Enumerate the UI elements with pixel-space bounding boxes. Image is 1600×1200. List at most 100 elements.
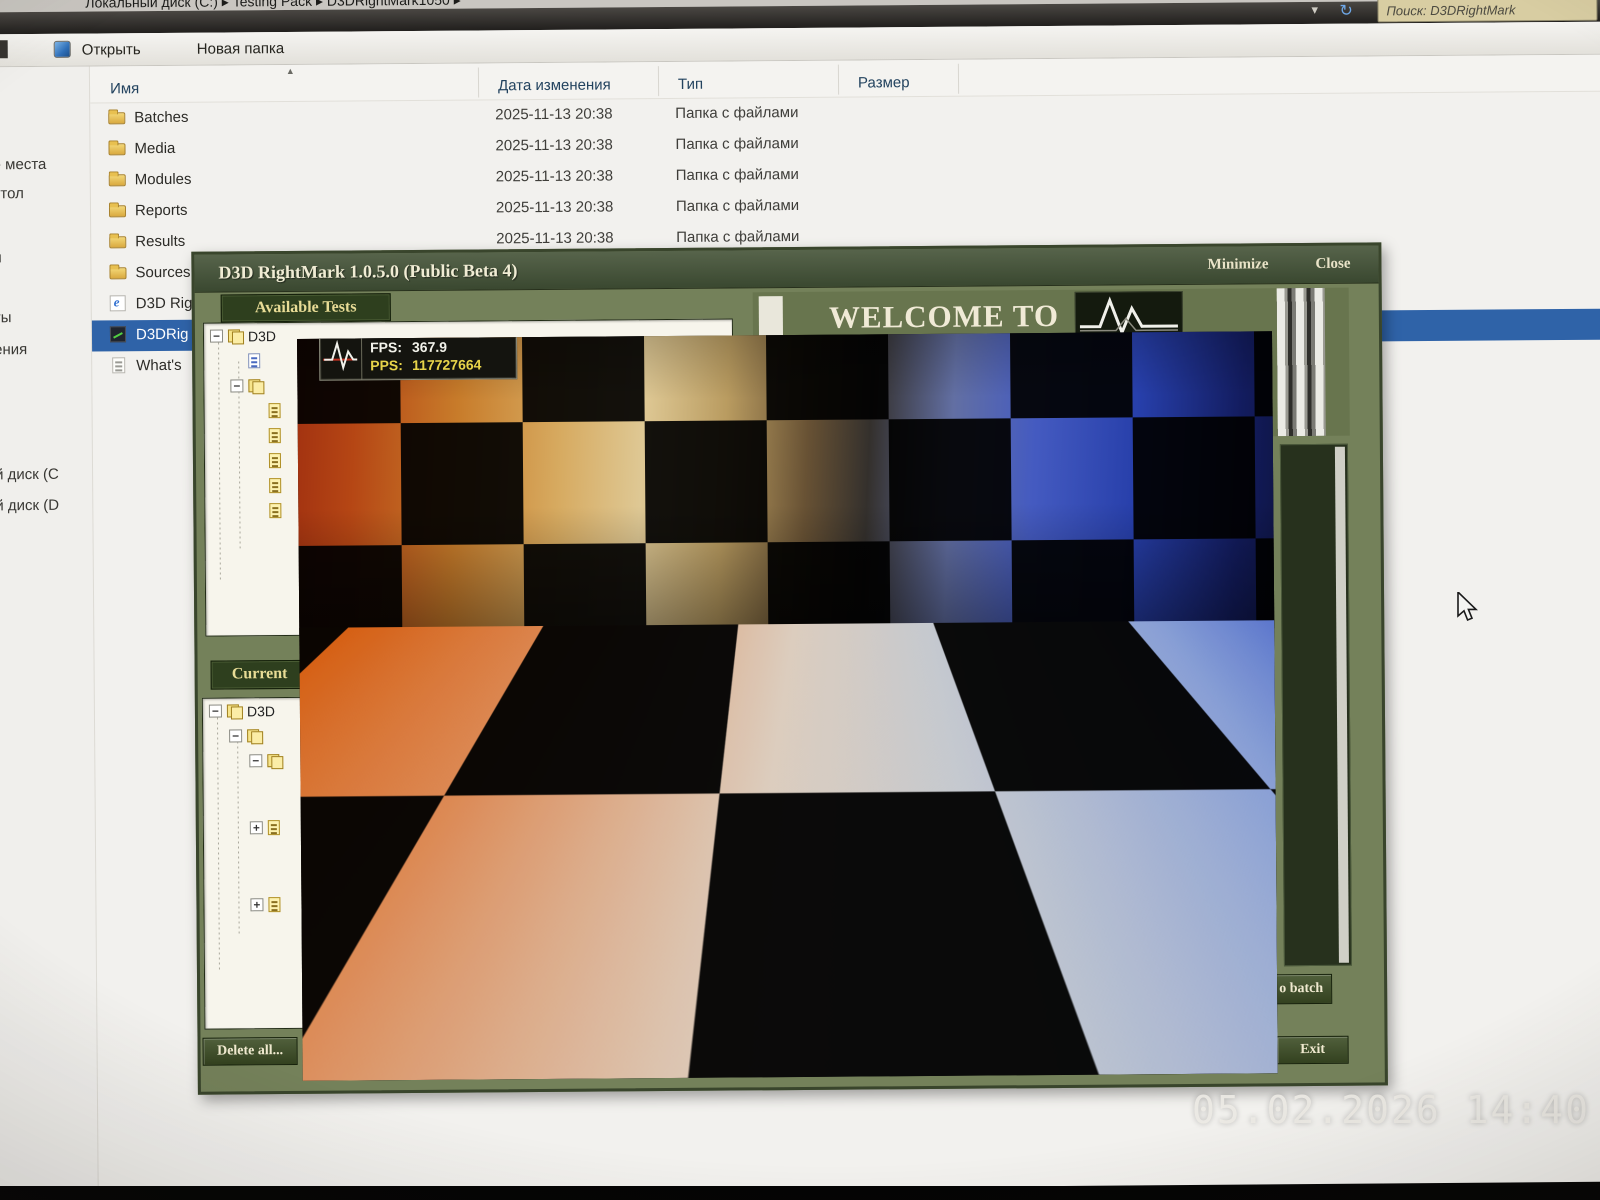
tree-node-icon <box>268 403 281 419</box>
tree-node-icon <box>269 478 282 494</box>
benchmark-render-view: FPS: 367.9 PPS: 117727664 <box>297 331 1278 1081</box>
file-date: 2025-11-13 20:38 <box>496 229 614 248</box>
photo-edge <box>0 1186 1600 1200</box>
sidebar-item[interactable]: й диск (D <box>0 497 59 515</box>
open-button[interactable]: Открыть <box>76 37 147 62</box>
tree-node-icon <box>268 897 281 913</box>
address-dropdown-icon[interactable]: ▾ <box>1311 2 1318 18</box>
column-name[interactable]: Имя <box>110 80 139 97</box>
refresh-icon[interactable]: ↻ <box>1339 1 1353 21</box>
add-to-batch-button[interactable]: o batch <box>1270 973 1333 1005</box>
tree-expander-icon[interactable] <box>208 704 222 718</box>
file-name: What's <box>136 356 182 375</box>
sidebar-item[interactable]: е места <box>0 156 46 173</box>
sort-ascending-icon[interactable]: ▲ <box>286 66 295 76</box>
file-icon <box>109 267 127 280</box>
file-name: Sources <box>135 263 191 282</box>
column-divider[interactable] <box>657 66 660 97</box>
close-button[interactable]: Close <box>1315 256 1350 273</box>
tree-node-icon <box>248 353 261 369</box>
file-icon <box>108 205 127 218</box>
sidebar-item[interactable]: и <box>0 249 2 266</box>
file-name: Batches <box>134 108 189 127</box>
render-floor-area <box>299 620 1278 1081</box>
fps-readout: FPS: 367.9 PPS: 117727664 <box>362 332 490 379</box>
tree-expander-icon[interactable] <box>230 379 244 393</box>
fps-label: FPS: <box>370 339 403 356</box>
column-date[interactable]: Дата изменения <box>498 76 611 94</box>
file-name: Results <box>135 232 186 251</box>
file-type: Папка с файлами <box>676 227 800 246</box>
tree-node-icon <box>248 379 263 392</box>
available-tests-header: Available Tests <box>220 293 391 323</box>
sidebar-item[interactable]: ты <box>0 309 12 326</box>
pps-label: PPS: <box>370 357 403 374</box>
file-date: 2025-11-13 20:38 <box>495 167 614 186</box>
column-divider[interactable] <box>957 63 960 94</box>
column-type[interactable]: Тип <box>678 76 703 93</box>
file-name: Media <box>134 139 176 158</box>
file-type: Папка с файлами <box>675 165 799 184</box>
file-type: Папка с файлами <box>675 196 800 215</box>
file-date: 2025-11-13 20:38 <box>495 198 614 217</box>
tree-expander-icon[interactable] <box>249 821 263 835</box>
file-icon <box>108 112 126 125</box>
column-divider[interactable] <box>477 67 480 98</box>
tree-node-icon <box>247 729 262 742</box>
fps-overlay: FPS: 367.9 PPS: 117727664 <box>318 331 518 381</box>
file-name: Reports <box>134 201 188 220</box>
pps-value: 117727664 <box>412 356 482 374</box>
tree-node-icon <box>268 428 281 444</box>
file-date: 2025-11-13 20:38 <box>495 136 613 155</box>
file-icon <box>109 236 127 249</box>
search-input[interactable] <box>1377 0 1598 23</box>
sidebar-item[interactable]: ения <box>0 341 27 358</box>
sidebar-item[interactable]: й диск (C <box>0 466 59 484</box>
file-icon <box>108 174 126 187</box>
file-icon <box>109 295 126 312</box>
window-title: D3D RightMark 1.0.5.0 (Public Beta 4) <box>218 260 518 283</box>
photo-frame: Локальный диск (C:) ▸ Testing Pack ▸ D3D… <box>0 0 1600 1200</box>
tree-node-label: D3D <box>246 702 276 719</box>
sidebar-item[interactable]: стол <box>0 185 24 202</box>
tree-expander-icon[interactable] <box>250 898 264 912</box>
file-type: Папка с файлами <box>675 103 799 122</box>
delete-all-button[interactable]: Delete all... <box>202 1036 298 1066</box>
new-folder-button[interactable]: Новая папка <box>191 36 291 61</box>
fps-value: 367.9 <box>411 338 448 356</box>
file-date: 2025-11-13 20:38 <box>495 105 613 124</box>
file-icon <box>112 357 126 374</box>
navigation-pane: е и е места стол и ты ения й диск (C й д… <box>0 66 99 1195</box>
mouse-cursor <box>1456 590 1482 627</box>
organize-button-fragment[interactable] <box>0 40 8 59</box>
sidebar-item[interactable]: и <box>0 126 1 143</box>
waveform-icon <box>319 333 363 380</box>
file-name: D3DRig <box>135 325 189 344</box>
open-app-icon <box>53 40 71 58</box>
current-batch-header: Current <box>210 659 309 690</box>
tree-node-label: D3D <box>247 327 277 344</box>
file-type: Папка с файлами <box>675 134 799 153</box>
file-name: Modules <box>134 170 192 189</box>
rightmark-titlebar[interactable]: D3D RightMark 1.0.5.0 (Public Beta 4) Mi… <box>194 245 1379 293</box>
test-description-panel <box>1279 443 1352 967</box>
file-name: D3D Rig <box>135 294 193 313</box>
tree-node-icon <box>269 503 282 519</box>
file-icon <box>109 326 127 343</box>
exit-button[interactable]: Exit <box>1276 1035 1349 1065</box>
tree-node-icon <box>267 754 282 767</box>
tree-node-icon <box>267 820 280 836</box>
column-size[interactable]: Размер <box>858 74 910 91</box>
tree-expander-icon[interactable] <box>249 754 263 768</box>
screen: Локальный диск (C:) ▸ Testing Pack ▸ D3D… <box>0 0 1600 1195</box>
fps-line: FPS: 367.9 <box>370 337 481 356</box>
minimize-button[interactable]: Minimize <box>1208 256 1269 273</box>
tree-node-icon <box>268 453 282 469</box>
tree-expander-icon[interactable] <box>209 329 224 343</box>
logo-stripes-decoration <box>1276 287 1326 437</box>
camera-timestamp: 05.02.2026 14:40 <box>1192 1088 1591 1132</box>
welcome-text: WELCOME TO <box>828 297 1060 335</box>
column-divider[interactable] <box>837 64 840 95</box>
sidebar-item[interactable]: е <box>0 94 1 111</box>
tree-expander-icon[interactable] <box>229 729 243 743</box>
